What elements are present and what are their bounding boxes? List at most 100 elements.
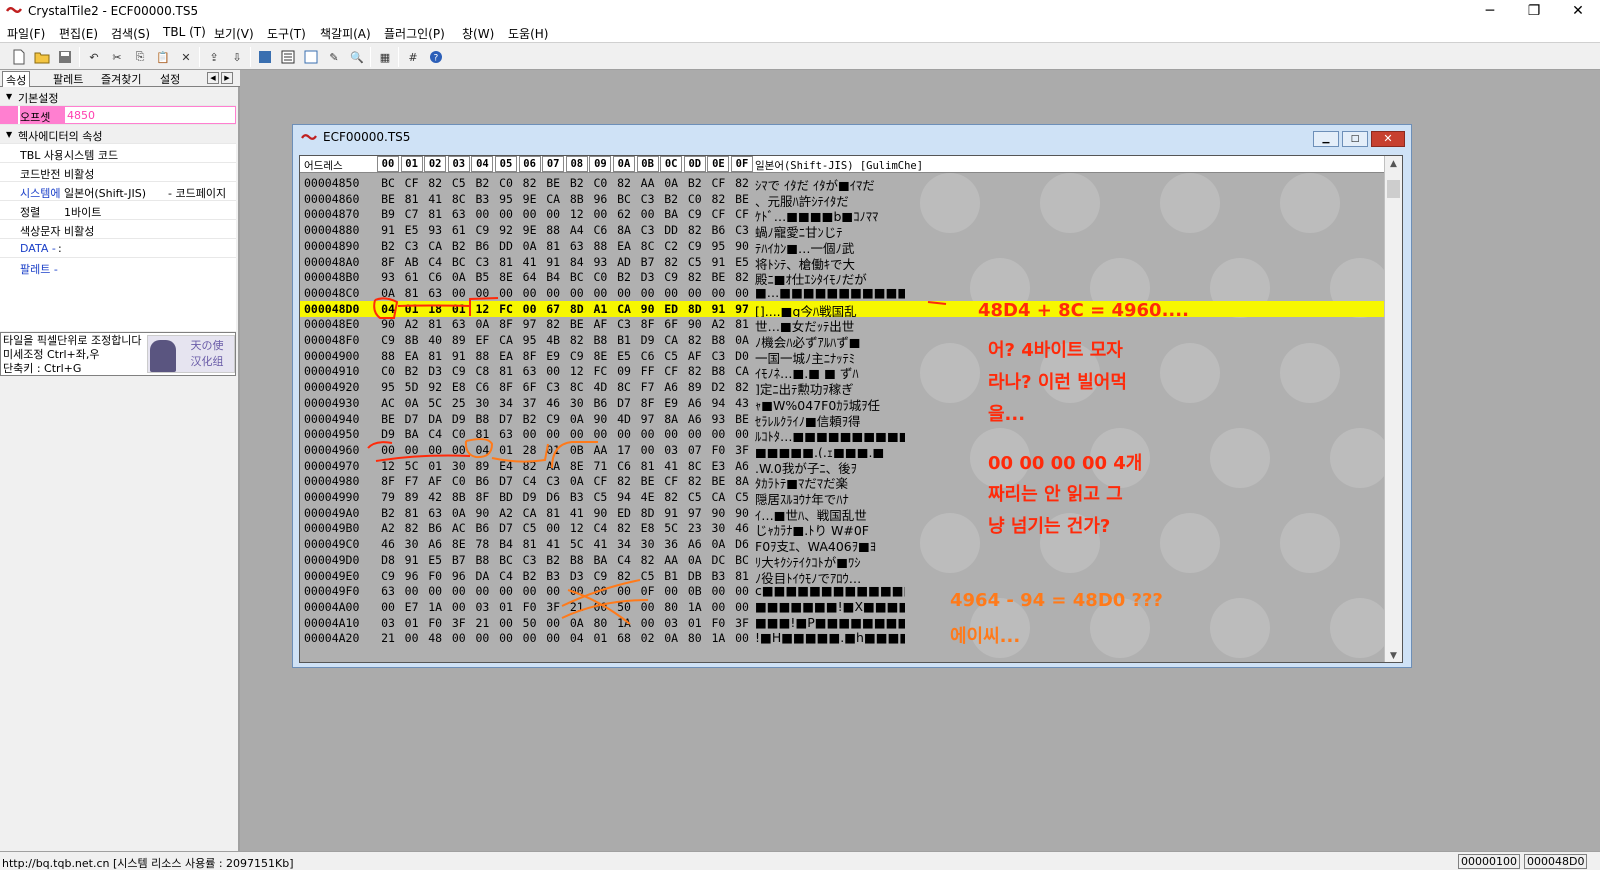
hex-byte[interactable]: BE	[707, 474, 729, 488]
import-icon[interactable]: ⇪	[205, 48, 223, 66]
hex-row[interactable]: 000048A0 8F AB C4 BC C3 81 41 91 84 93 AD B7 82 C5 91 E5…	[300, 254, 1386, 270]
tab-favorites[interactable]: 즐겨찾기	[98, 71, 144, 87]
menu-bookmark[interactable]: 책갈피(A)	[320, 25, 371, 42]
hex-byte[interactable]: 00	[731, 286, 753, 300]
hex-text[interactable]: ■…■■■■■■■■■■■■■	[755, 285, 905, 301]
hex-byte[interactable]: 81	[401, 506, 423, 520]
hex-byte[interactable]: 00	[566, 427, 588, 441]
hex-byte[interactable]: 00	[684, 286, 706, 300]
hex-row[interactable]: 000049C0 46 30 A6 8E 78 B4 81 41 5C 41 34 30 36 A6 0A D6…	[300, 536, 1386, 552]
hex-byte[interactable]: 46	[731, 521, 753, 535]
hex-text[interactable]: c■■■■■■■■■■■■■■■	[755, 583, 905, 599]
hex-byte[interactable]: 94	[707, 396, 729, 410]
hex-byte[interactable]: C5	[731, 490, 753, 504]
hex-byte[interactable]: C0	[495, 176, 517, 190]
hex-byte[interactable]: 04	[566, 631, 588, 645]
hex-grid[interactable]: 00004850 BC CF 82 C5 B2 C0 82 BE B2 C0 82 AA 0A B2 CF 82…	[300, 173, 1386, 662]
hex-byte[interactable]: 8F	[495, 317, 517, 331]
hex-byte[interactable]: E7	[401, 600, 423, 614]
hex-byte[interactable]: C6	[613, 459, 635, 473]
hex-byte[interactable]: BE	[377, 192, 399, 206]
hex-byte[interactable]: 79	[377, 490, 399, 504]
scroll-down-icon[interactable]: ▼	[1385, 648, 1402, 662]
hex-byte[interactable]: CA	[495, 333, 517, 347]
hex-byte[interactable]: 5C	[660, 521, 682, 535]
hex-row[interactable]: 00004900 88 EA 81 91 88 EA 8F E9 C9 8E E5 C6 C5 AF C3 D0…	[300, 348, 1386, 364]
hex-text[interactable]: ｹﾄﾞ…■■■■b■ｺﾉﾏﾏ	[755, 206, 905, 222]
hex-row[interactable]: 00004980 8F F7 AF C0 B6 D7 C4 C3 0A CF 82 BE CF 82 BE 8A…	[300, 473, 1386, 489]
hex-row[interactable]: 00004950 D9 BA C4 C0 81 63 00 00 00 00 00 00 00 00 00 00…	[300, 426, 1386, 442]
tab-properties[interactable]: 속성	[2, 71, 31, 87]
hex-byte[interactable]: C0	[589, 270, 611, 284]
hex-byte[interactable]: C9	[542, 412, 564, 426]
hex-row[interactable]: 000048F0 C9 8B 40 89 EF CA 95 4B 82 B8 B1 D9 CA 82 B8 0A…	[300, 332, 1386, 348]
hex-byte[interactable]: 8F	[637, 317, 659, 331]
hex-byte[interactable]: D7	[495, 474, 517, 488]
offset-input[interactable]: 4850	[64, 106, 236, 124]
hex-byte[interactable]: B2	[377, 506, 399, 520]
hex-byte[interactable]: 93	[424, 223, 446, 237]
hex-byte[interactable]: CF	[660, 364, 682, 378]
hex-text[interactable]: 世…■女だｯﾃ出世	[755, 316, 905, 332]
hex-byte[interactable]: 50	[519, 616, 541, 630]
text-view-icon[interactable]	[302, 48, 320, 66]
hex-byte[interactable]: D7	[401, 412, 423, 426]
hex-byte[interactable]: 82	[613, 569, 635, 583]
hex-byte[interactable]: C4	[589, 521, 611, 535]
hex-byte[interactable]: 00	[519, 584, 541, 598]
hex-byte[interactable]: 00	[589, 600, 611, 614]
hex-byte[interactable]: BE	[707, 270, 729, 284]
hex-byte[interactable]: 9E	[519, 223, 541, 237]
collapse-icon[interactable]: ▼	[6, 92, 12, 101]
hex-byte[interactable]: CF	[401, 176, 423, 190]
hex-byte[interactable]: AC	[377, 396, 399, 410]
cut-icon[interactable]: ✂	[108, 48, 126, 66]
hex-byte[interactable]: 90	[471, 506, 493, 520]
tab-scroll-left-icon[interactable]: ◀	[207, 72, 219, 84]
hex-byte[interactable]: B5	[471, 270, 493, 284]
hex-byte[interactable]: D7	[495, 412, 517, 426]
hex-byte[interactable]: 00	[613, 427, 635, 441]
hex-byte[interactable]: 00	[707, 600, 729, 614]
hex-byte[interactable]: C9	[589, 569, 611, 583]
hex-byte[interactable]: 5D	[401, 380, 423, 394]
hex-byte[interactable]: 00	[731, 600, 753, 614]
minimize-button[interactable]: ─	[1468, 0, 1512, 22]
hex-byte[interactable]: D0	[731, 349, 753, 363]
hex-byte[interactable]: CA	[424, 239, 446, 253]
hex-byte[interactable]: C3	[707, 349, 729, 363]
tab-palette[interactable]: 팔레트	[50, 71, 86, 87]
hex-byte[interactable]: C9	[660, 270, 682, 284]
hex-byte[interactable]: 12	[566, 207, 588, 221]
hex-byte[interactable]: 00	[731, 427, 753, 441]
hex-byte[interactable]: D9	[377, 427, 399, 441]
hex-byte[interactable]: C5	[637, 569, 659, 583]
hex-byte[interactable]: B2	[377, 239, 399, 253]
hex-byte[interactable]: 41	[542, 537, 564, 551]
hex-byte[interactable]: 00	[519, 631, 541, 645]
hex-byte[interactable]: BC	[613, 192, 635, 206]
hex-byte[interactable]: 09	[613, 364, 635, 378]
hex-byte[interactable]: D3	[566, 569, 588, 583]
hex-byte[interactable]: EA	[495, 349, 517, 363]
hex-byte[interactable]: D8	[377, 553, 399, 567]
hex-byte[interactable]: D6	[731, 537, 753, 551]
hex-byte[interactable]: B2	[448, 239, 470, 253]
hex-byte[interactable]: AA	[589, 443, 611, 457]
hex-byte[interactable]: 30	[448, 459, 470, 473]
new-file-icon[interactable]	[10, 48, 28, 66]
hex-row[interactable]: 000048E0 90 A2 81 63 0A 8F 97 82 BE AF C3 8F 6F 90 A2 81…	[300, 316, 1386, 332]
hex-byte[interactable]: AD	[613, 255, 635, 269]
hex-byte[interactable]: 82	[684, 223, 706, 237]
hex-byte[interactable]: 63	[519, 364, 541, 378]
hex-byte[interactable]: 00	[660, 427, 682, 441]
hex-byte[interactable]: BE	[731, 412, 753, 426]
hex-byte[interactable]: 89	[684, 380, 706, 394]
hex-byte[interactable]: 8F	[471, 490, 493, 504]
hex-byte[interactable]: B3	[566, 490, 588, 504]
hex-byte[interactable]: 0A	[684, 553, 706, 567]
hex-byte[interactable]: 89	[401, 490, 423, 504]
hex-byte[interactable]: 81	[401, 192, 423, 206]
hex-byte[interactable]: 82	[637, 553, 659, 567]
hex-byte[interactable]: C4	[495, 569, 517, 583]
